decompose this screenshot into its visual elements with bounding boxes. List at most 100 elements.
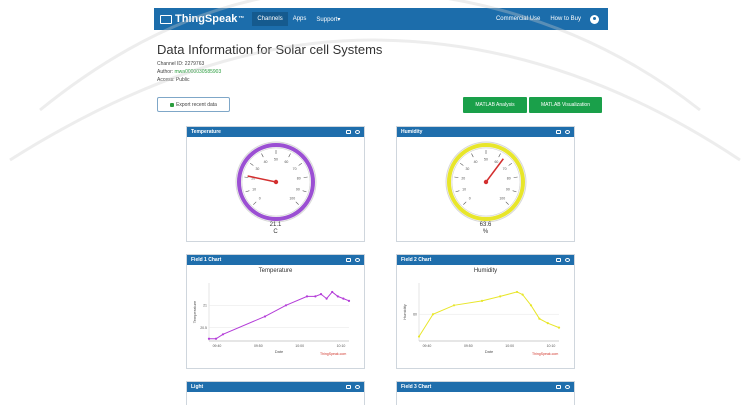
- gauge-hub: [483, 179, 489, 185]
- panel-header: Temperature: [187, 127, 364, 137]
- author-link[interactable]: mwa0000030585903: [175, 69, 222, 75]
- matlab-analysis-button[interactable]: MATLAB Analysis: [463, 97, 527, 113]
- export-icon: [170, 102, 175, 107]
- channel-author: Author: mwa0000030585903: [157, 69, 221, 75]
- data-point: [452, 304, 456, 307]
- gauge-tick-label: 90: [506, 187, 510, 191]
- thingspeak-logo-icon: [160, 14, 172, 24]
- author-label: Author:: [157, 69, 175, 75]
- gauge-tick-label: 70: [503, 167, 507, 171]
- temperature-gauge: 0102030405060708090100: [235, 141, 317, 223]
- y-tick-label: 60: [413, 312, 417, 316]
- user-account-icon[interactable]: [590, 14, 599, 24]
- x-tick-label: 10:10: [337, 344, 346, 348]
- panel-header: Field 3 Chart: [397, 382, 574, 392]
- nav-how-to-buy[interactable]: How to Buy: [545, 12, 586, 26]
- page-title: Data Information for Solar cell Systems: [157, 42, 383, 57]
- y-axis-title: Temperature: [192, 300, 197, 323]
- export-recent-data-button[interactable]: Export recent data: [157, 97, 230, 112]
- panel-header: Humidity: [397, 127, 574, 137]
- gauge-tick-label: 0: [469, 197, 471, 201]
- channel-id: Channel ID: 2279763: [157, 61, 205, 67]
- gauge-tick-label: 70: [293, 167, 297, 171]
- y-tick-label: 20.5: [200, 326, 207, 330]
- series-line: [209, 291, 350, 340]
- comment-icon[interactable]: [565, 130, 570, 134]
- field3-chart-panel: Field 3 Chart: [396, 381, 575, 405]
- nav-apps[interactable]: Apps: [288, 12, 312, 26]
- light-panel: Light: [186, 381, 365, 405]
- comment-icon[interactable]: [565, 385, 570, 389]
- comment-icon[interactable]: [565, 258, 570, 262]
- data-point: [546, 322, 549, 325]
- y-tick-label: 21: [203, 304, 207, 308]
- data-point: [529, 304, 533, 307]
- temperature-value: 21.1: [269, 222, 282, 228]
- x-axis-title: Date: [275, 349, 284, 354]
- data-point: [263, 315, 267, 318]
- open-external-icon[interactable]: [556, 385, 561, 389]
- chart-credit[interactable]: ThingSpeak.com: [320, 352, 346, 356]
- gauge-tick-label: 30: [465, 167, 469, 171]
- humidity-gauge: 0 10 20 30 40 50 60 70 80 90 100: [445, 141, 527, 223]
- panel-title: Light: [191, 384, 204, 390]
- gauge-tick-label: 50: [274, 157, 278, 161]
- channel-access: Access: Public: [157, 77, 190, 83]
- matlab-visualization-button[interactable]: MATLAB Visualization: [529, 97, 602, 113]
- panel-title: Field 3 Chart: [401, 384, 432, 390]
- data-point: [336, 295, 339, 298]
- export-label: Export recent data: [176, 101, 217, 108]
- chart-credit[interactable]: ThingSpeak.com: [532, 352, 558, 356]
- data-point: [499, 295, 502, 298]
- x-tick-label: 09:50: [464, 344, 473, 348]
- field2-chart-panel: Field 2 Chart Humidity 60 09:40 09:50 10:00…: [396, 254, 575, 369]
- x-tick-label: 09:50: [254, 344, 263, 348]
- temperature-unit: C: [273, 229, 278, 235]
- gauge-hub: [273, 179, 279, 185]
- humidity-value: 63.6: [479, 222, 492, 228]
- data-point: [557, 326, 561, 329]
- gauge-tick-label: 90: [296, 187, 300, 191]
- top-navbar: ThingSpeak ™ Channels Apps Support▾ Comme…: [0, 0, 744, 38]
- panel-title: Temperature: [191, 129, 221, 135]
- x-tick-label: 10:10: [547, 344, 556, 348]
- open-external-icon[interactable]: [346, 130, 351, 134]
- humidity-panel: Humidity 0 10 20 30 40 50 60 70 80 90 100 63.6 %: [396, 126, 575, 242]
- panel-title: Humidity: [401, 129, 423, 135]
- gauge-tick-label: 0: [259, 197, 261, 201]
- data-point: [284, 304, 288, 307]
- nav-support[interactable]: Support▾: [311, 12, 345, 27]
- brand-logo[interactable]: ThingSpeak ™: [160, 13, 244, 25]
- gauge-tick-label: 100: [499, 197, 505, 201]
- gauge-tick-label: 60: [494, 160, 498, 164]
- gauge-tick-label: 40: [474, 160, 478, 164]
- gauge-tick-label: 20: [461, 177, 465, 181]
- gauge-tick-label: 10: [252, 187, 256, 191]
- comment-icon[interactable]: [355, 385, 360, 389]
- nav-channels[interactable]: Channels: [252, 12, 288, 26]
- x-tick-label: 10:00: [505, 344, 514, 348]
- data-point: [319, 293, 323, 296]
- gauge-tick-label: 100: [289, 197, 295, 201]
- nav-commercial-use[interactable]: Commercial Use: [491, 12, 545, 26]
- open-external-icon[interactable]: [346, 258, 351, 262]
- comment-icon[interactable]: [355, 258, 360, 262]
- data-point: [347, 299, 351, 302]
- data-point: [314, 295, 317, 298]
- data-point: [538, 317, 541, 320]
- data-point: [431, 313, 435, 316]
- panel-header: Field 2 Chart: [397, 255, 574, 265]
- x-axis-title: Date: [485, 349, 494, 354]
- data-point: [521, 293, 524, 296]
- open-external-icon[interactable]: [556, 258, 561, 262]
- data-point: [331, 290, 334, 294]
- navbar-bar: ThingSpeak ™ Channels Apps Support▾ Comme…: [154, 8, 608, 30]
- open-external-icon[interactable]: [556, 130, 561, 134]
- page: ThingSpeak ™ Channels Apps Support▾ Comme…: [0, 0, 744, 405]
- open-external-icon[interactable]: [346, 385, 351, 389]
- panel-header: Light: [187, 382, 364, 392]
- data-point: [342, 297, 345, 300]
- gauge-tick-label: 50: [484, 157, 488, 161]
- data-point: [214, 337, 218, 340]
- comment-icon[interactable]: [355, 130, 360, 134]
